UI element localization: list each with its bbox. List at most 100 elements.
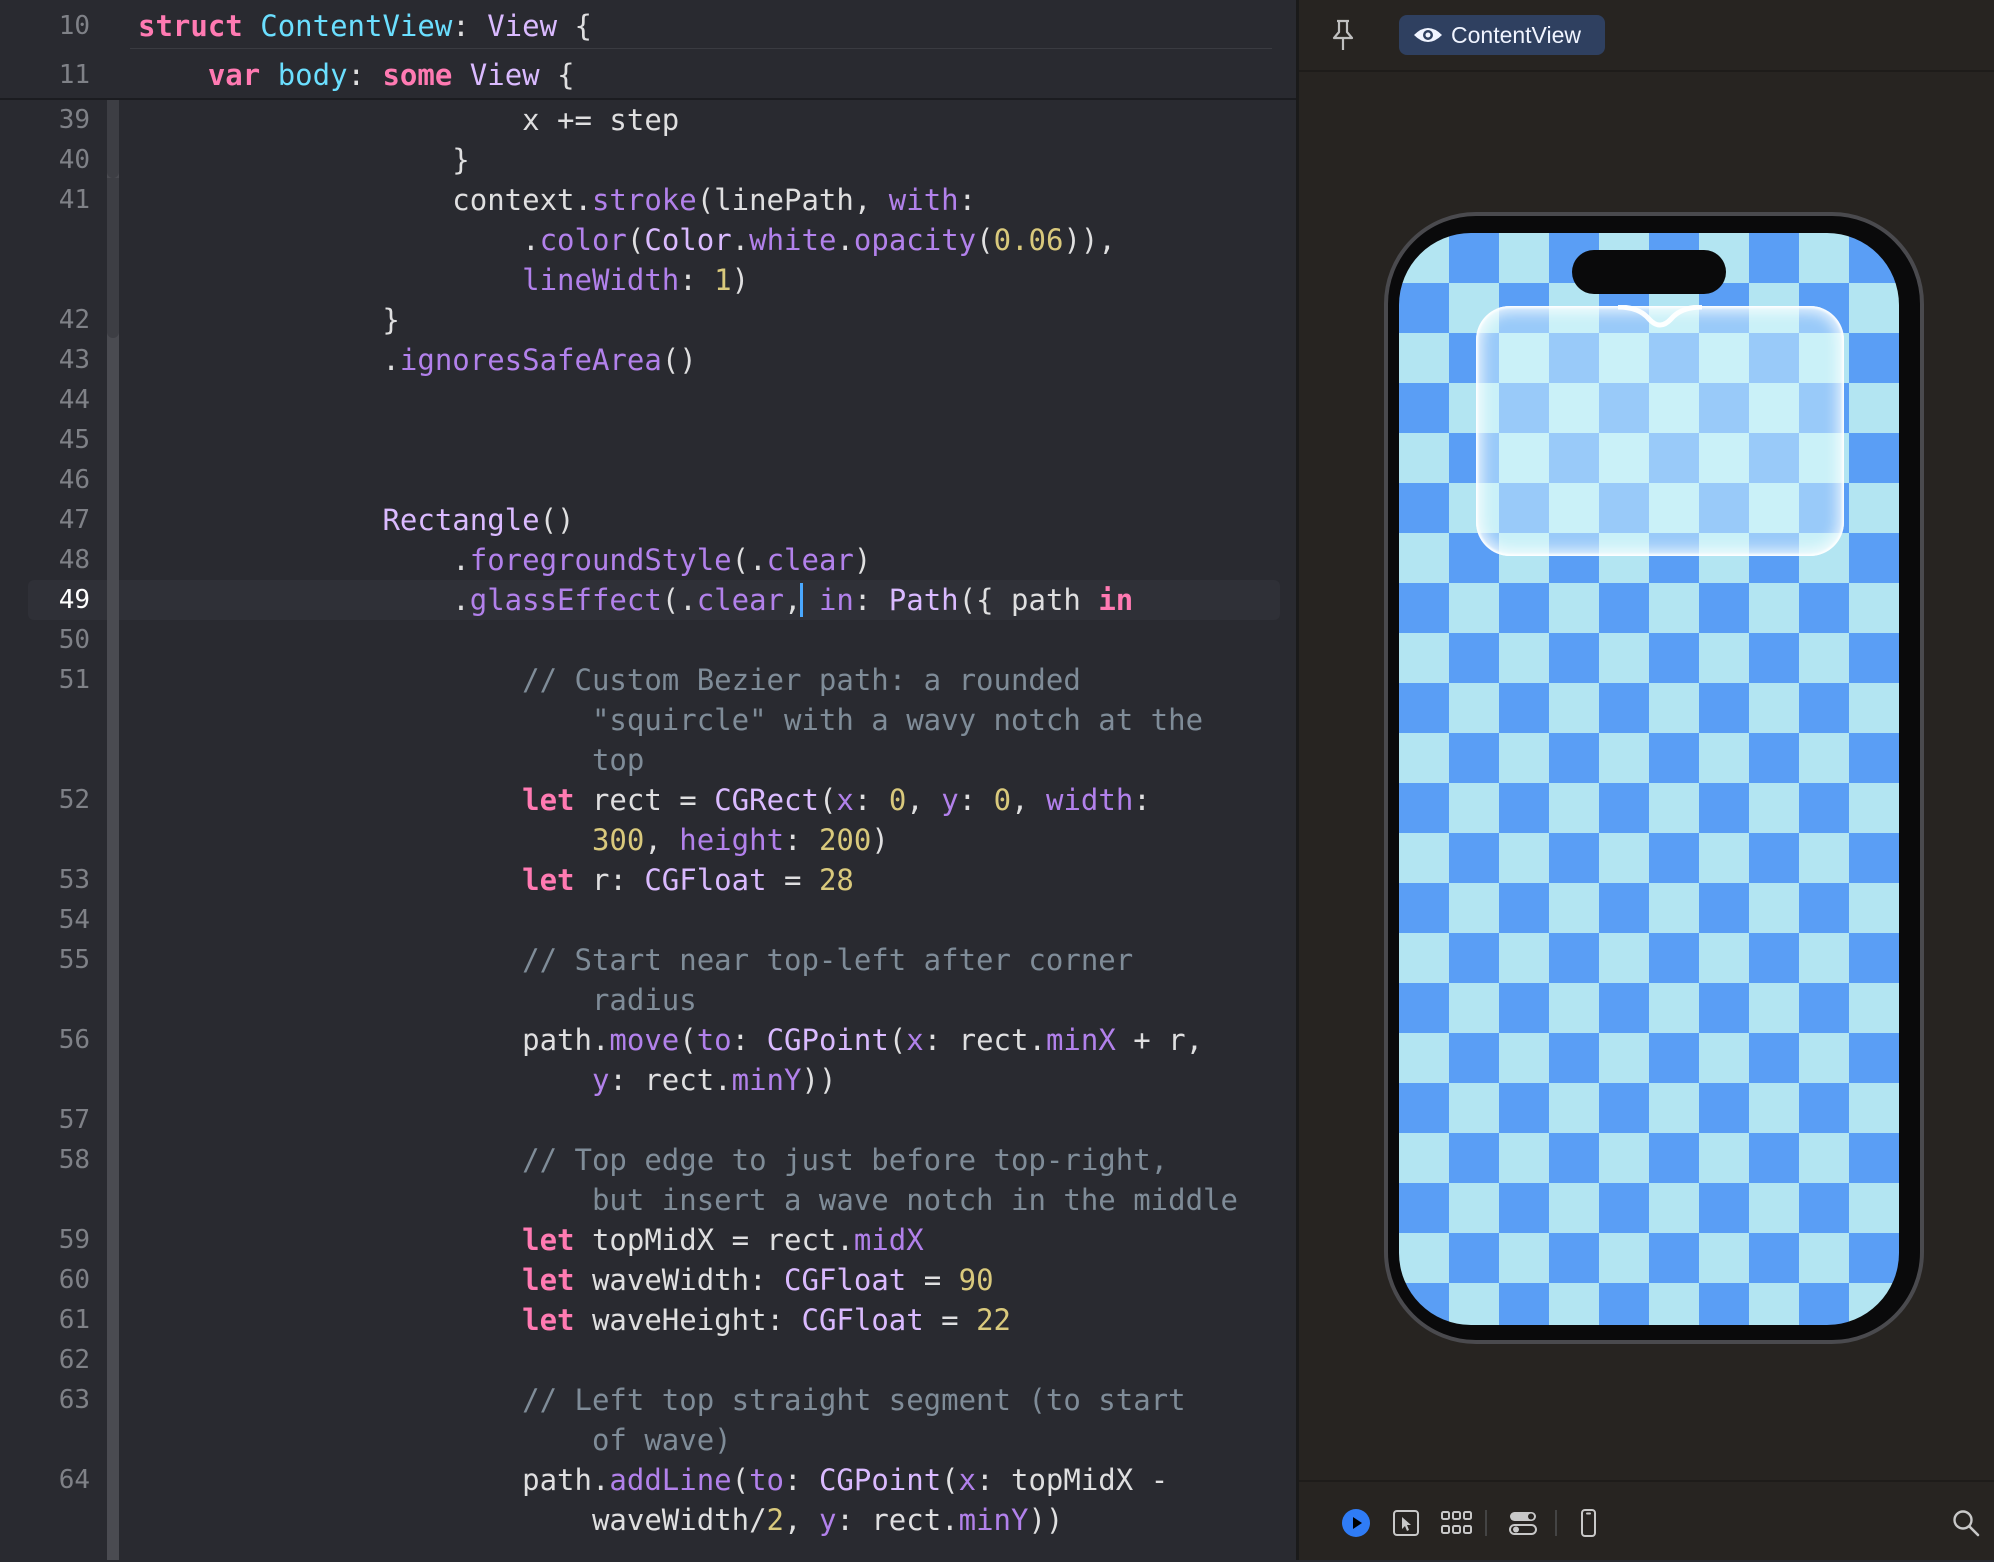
code-text[interactable]: // Custom Bezier path: a rounded bbox=[138, 660, 1081, 700]
code-line[interactable]: y: rect.minY)) bbox=[0, 1060, 1296, 1100]
code-line[interactable]: 300, height: 200) bbox=[0, 820, 1296, 860]
pin-icon[interactable] bbox=[1329, 18, 1357, 52]
code-line[interactable]: 39 x += step bbox=[0, 100, 1296, 140]
code-text[interactable]: var body: some View { bbox=[138, 55, 575, 95]
code-line[interactable]: 11 var body: some View { bbox=[0, 55, 1296, 95]
code-line[interactable]: 41 context.stroke(linePath, with: bbox=[0, 180, 1296, 220]
code-text[interactable]: radius bbox=[138, 980, 697, 1020]
code-line[interactable]: 56 path.move(to: CGPoint(x: rect.minX + … bbox=[0, 1020, 1296, 1060]
sticky-separator bbox=[130, 48, 1272, 49]
code-text[interactable]: let r: CGFloat = 28 bbox=[138, 860, 854, 900]
code-line[interactable]: top bbox=[0, 740, 1296, 780]
code-line[interactable]: 61 let waveHeight: CGFloat = 22 bbox=[0, 1300, 1296, 1340]
code-line[interactable]: 43 .ignoresSafeArea() bbox=[0, 340, 1296, 380]
toolbar-divider bbox=[1485, 1510, 1487, 1536]
code-text[interactable]: struct ContentView: View { bbox=[138, 6, 592, 46]
code-text[interactable]: let waveWidth: CGFloat = 90 bbox=[138, 1260, 993, 1300]
line-number: 53 bbox=[58, 865, 90, 895]
code-line[interactable]: 48 .foregroundStyle(.clear) bbox=[0, 540, 1296, 580]
code-line[interactable]: "squircle" with a wavy notch at the bbox=[0, 700, 1296, 740]
line-number: 63 bbox=[58, 1385, 90, 1415]
code-text[interactable]: .ignoresSafeArea() bbox=[138, 340, 696, 380]
code-text[interactable]: .glassEffect(.clear, in: Path({ path in bbox=[138, 580, 1133, 620]
code-text[interactable]: } bbox=[138, 300, 399, 340]
code-line[interactable]: .color(Color.white.opacity(0.06)), bbox=[0, 220, 1296, 260]
code-text[interactable]: } bbox=[138, 140, 469, 180]
code-line[interactable]: 63 // Left top straight segment (to star… bbox=[0, 1380, 1296, 1420]
code-line[interactable]: 54 bbox=[0, 900, 1296, 940]
code-line[interactable]: 55 // Start near top-left after corner bbox=[0, 940, 1296, 980]
code-text[interactable]: of wave) bbox=[138, 1420, 732, 1460]
code-line[interactable]: 53 let r: CGFloat = 28 bbox=[0, 860, 1296, 900]
code-text[interactable]: top bbox=[138, 740, 644, 780]
line-number: 52 bbox=[58, 785, 90, 815]
line-number: 49 bbox=[58, 585, 90, 615]
variants-icon[interactable] bbox=[1507, 1508, 1539, 1538]
code-text[interactable]: but insert a wave notch in the middle bbox=[138, 1180, 1238, 1220]
code-line[interactable]: 44 bbox=[0, 380, 1296, 420]
code-line[interactable]: 46 bbox=[0, 460, 1296, 500]
device-icon[interactable] bbox=[1573, 1508, 1603, 1538]
code-text[interactable]: context.stroke(linePath, with: bbox=[138, 180, 976, 220]
line-number: 51 bbox=[58, 665, 90, 695]
code-line[interactable]: 62 bbox=[0, 1340, 1296, 1380]
code-line[interactable]: 45 bbox=[0, 420, 1296, 460]
grid-icon[interactable] bbox=[1439, 1508, 1475, 1538]
code-line[interactable]: radius bbox=[0, 980, 1296, 1020]
glass-effect-shape bbox=[1476, 305, 1844, 556]
code-text[interactable]: let topMidX = rect.midX bbox=[138, 1220, 924, 1260]
code-line[interactable]: 51 // Custom Bezier path: a rounded bbox=[0, 660, 1296, 700]
preview-tab-contentview[interactable]: ContentView bbox=[1399, 15, 1605, 55]
line-number: 50 bbox=[58, 625, 90, 655]
code-line[interactable]: 42 } bbox=[0, 300, 1296, 340]
code-line[interactable]: 60 let waveWidth: CGFloat = 90 bbox=[0, 1260, 1296, 1300]
line-number: 61 bbox=[58, 1305, 90, 1335]
code-line[interactable]: 49 .glassEffect(.clear, in: Path({ path … bbox=[0, 580, 1296, 620]
code-text[interactable]: lineWidth: 1) bbox=[138, 260, 749, 300]
code-text[interactable]: waveWidth/2, y: rect.minY)) bbox=[138, 1500, 1063, 1540]
code-line[interactable]: lineWidth: 1) bbox=[0, 260, 1296, 300]
code-line[interactable]: 50 bbox=[0, 620, 1296, 660]
code-text[interactable]: path.move(to: CGPoint(x: rect.minX + r, bbox=[138, 1020, 1203, 1060]
code-text[interactable]: // Start near top-left after corner bbox=[138, 940, 1133, 980]
dynamic-island bbox=[1572, 250, 1726, 294]
code-text[interactable]: .foregroundStyle(.clear) bbox=[138, 540, 871, 580]
code-text[interactable]: Rectangle() bbox=[138, 500, 574, 540]
play-icon[interactable] bbox=[1341, 1508, 1371, 1538]
cursor-icon[interactable] bbox=[1391, 1508, 1421, 1538]
line-number: 54 bbox=[58, 905, 90, 935]
code-text[interactable]: let waveHeight: CGFloat = 22 bbox=[138, 1300, 1011, 1340]
code-editor[interactable]: 39 x += step 40 } 41 context.stroke(linePa… bbox=[0, 0, 1296, 1560]
code-text[interactable]: "squircle" with a wavy notch at the bbox=[138, 700, 1203, 740]
code-text[interactable]: 300, height: 200) bbox=[138, 820, 889, 860]
line-number: 11 bbox=[58, 60, 90, 90]
code-line[interactable]: 10 struct ContentView: View { bbox=[0, 6, 1296, 46]
line-number: 46 bbox=[58, 465, 90, 495]
code-line[interactable]: of wave) bbox=[0, 1420, 1296, 1460]
line-number: 42 bbox=[58, 305, 90, 335]
code-line[interactable]: 58 // Top edge to just before top-right, bbox=[0, 1140, 1296, 1180]
sticky-header[interactable]: 10 struct ContentView: View { 11 var body:… bbox=[0, 0, 1296, 100]
code-line[interactable]: 59 let topMidX = rect.midX bbox=[0, 1220, 1296, 1260]
code-line[interactable]: waveWidth/2, y: rect.minY)) bbox=[0, 1500, 1296, 1540]
code-text[interactable]: x += step bbox=[138, 100, 679, 140]
code-line[interactable]: 64 path.addLine(to: CGPoint(x: topMidX - bbox=[0, 1460, 1296, 1500]
code-line[interactable]: 40 } bbox=[0, 140, 1296, 180]
code-line[interactable]: 57 bbox=[0, 1100, 1296, 1140]
code-text[interactable]: // Left top straight segment (to start bbox=[138, 1380, 1185, 1420]
code-text[interactable]: path.addLine(to: CGPoint(x: topMidX - bbox=[138, 1460, 1168, 1500]
zoom-icon[interactable] bbox=[1951, 1508, 1981, 1538]
code-text[interactable]: y: rect.minY)) bbox=[138, 1060, 836, 1100]
code-text[interactable]: // Top edge to just before top-right, bbox=[138, 1140, 1168, 1180]
line-number: 43 bbox=[58, 345, 90, 375]
code-line[interactable]: 47 Rectangle() bbox=[0, 500, 1296, 540]
preview-tab-label: ContentView bbox=[1451, 21, 1581, 48]
code-text[interactable]: .color(Color.white.opacity(0.06)), bbox=[138, 220, 1116, 260]
eye-icon bbox=[1414, 28, 1442, 42]
line-number: 47 bbox=[58, 505, 90, 535]
code-line[interactable]: 52 let rect = CGRect(x: 0, y: 0, width: bbox=[0, 780, 1296, 820]
code-text[interactable]: let rect = CGRect(x: 0, y: 0, width: bbox=[138, 780, 1151, 820]
line-number: 55 bbox=[58, 945, 90, 975]
code-line[interactable]: but insert a wave notch in the middle bbox=[0, 1180, 1296, 1220]
toolbar-divider bbox=[1555, 1510, 1557, 1536]
